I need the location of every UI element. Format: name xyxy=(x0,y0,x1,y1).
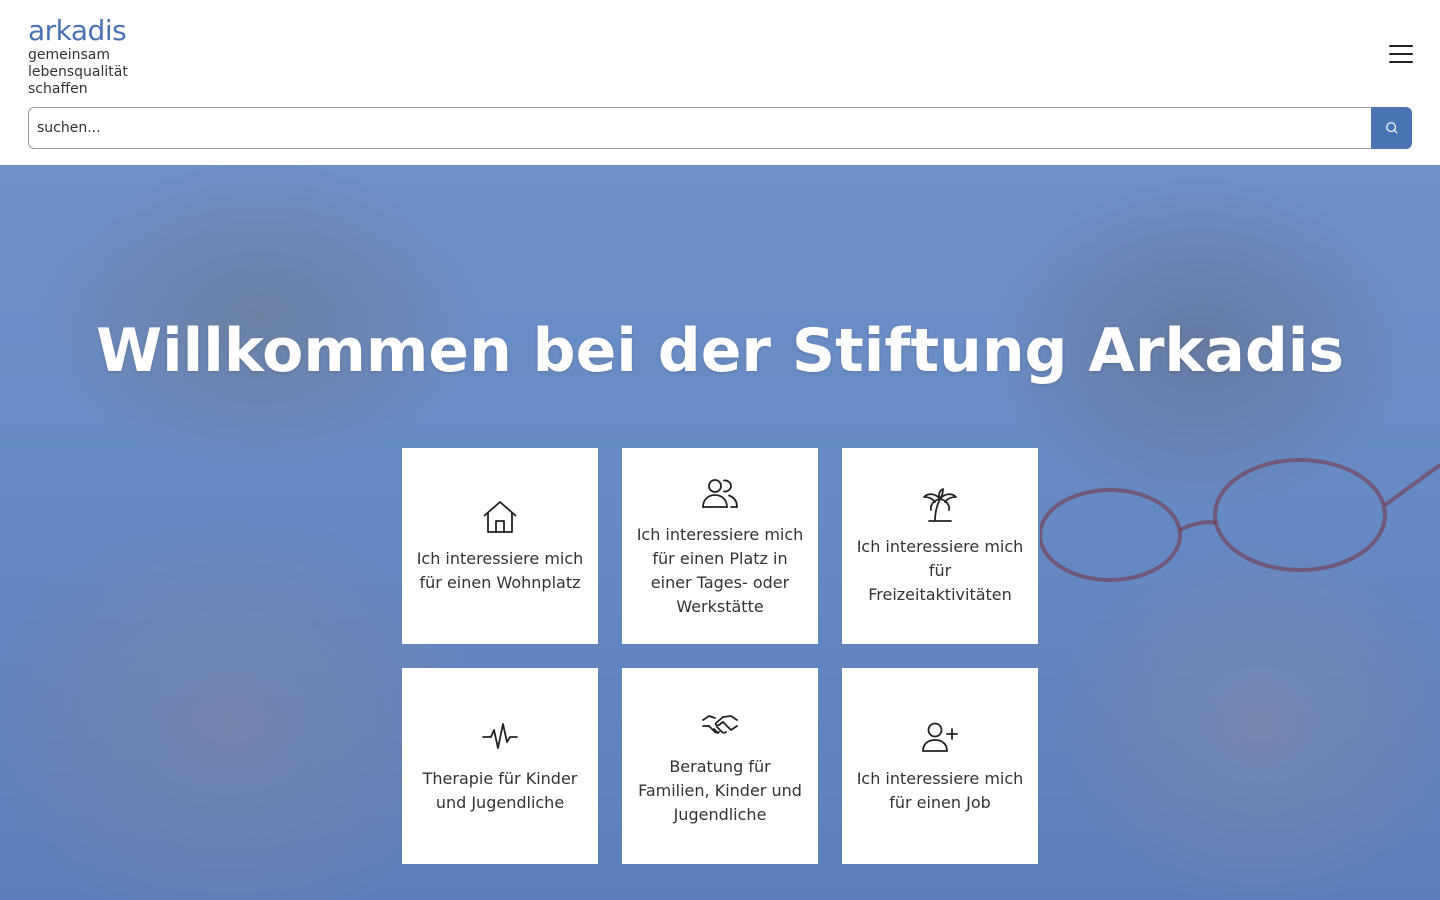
tile-wohnplatz[interactable]: Ich interessiere mich für einen Wohnplat… xyxy=(402,448,598,644)
site-header: arkadis gemeinsam lebensqualität schaffe… xyxy=(0,0,1440,165)
tile-label: Therapie für Kinder und Jugendliche xyxy=(422,769,578,812)
tile-job[interactable]: Ich interessiere mich für einen Job xyxy=(842,668,1038,864)
tile-label: Ich interessiere mich für einen Job xyxy=(856,769,1024,812)
user-plus-icon xyxy=(920,717,960,757)
tile-tages-werkstaette[interactable]: Ich interessiere mich für einen Platz in… xyxy=(622,448,818,644)
tile-label: Ich interessiere mich für Freizeitaktivi… xyxy=(856,537,1024,604)
pulse-icon xyxy=(480,717,520,757)
site-logo[interactable]: arkadis gemeinsam lebensqualität schaffe… xyxy=(28,15,128,98)
palm-tree-icon xyxy=(920,485,960,525)
users-icon xyxy=(700,473,740,513)
logo-wordmark: arkadis xyxy=(28,14,127,47)
interest-tiles: Ich interessiere mich für einen Wohnplat… xyxy=(402,448,1038,864)
search-button[interactable] xyxy=(1371,107,1412,149)
hamburger-menu-icon[interactable] xyxy=(1385,40,1417,68)
logo-tagline-line-1: gemeinsam xyxy=(28,47,111,63)
logo-tagline-line-2: lebensqualität xyxy=(28,64,128,80)
search-input[interactable] xyxy=(28,107,1371,149)
search-icon xyxy=(1385,122,1398,134)
search-form xyxy=(28,107,1412,149)
tile-beratung[interactable]: Beratung für Familien, Kinder und Jugend… xyxy=(622,668,818,864)
tile-freizeit[interactable]: Ich interessiere mich für Freizeitaktivi… xyxy=(842,448,1038,644)
house-icon xyxy=(480,497,520,537)
tile-label: Ich interessiere mich für einen Platz in… xyxy=(636,525,804,616)
handshake-icon xyxy=(700,705,740,745)
hero-section: Willkommen bei der Stiftung Arkadis Ich … xyxy=(0,165,1440,900)
tile-label: Ich interessiere mich für einen Wohnplat… xyxy=(416,549,584,592)
hero-title: Willkommen bei der Stiftung Arkadis xyxy=(95,316,1345,386)
tile-label: Beratung für Familien, Kinder und Jugend… xyxy=(638,757,802,824)
hero-photo-glasses xyxy=(1040,458,1440,582)
tile-therapie[interactable]: Therapie für Kinder und Jugendliche xyxy=(402,668,598,864)
logo-tagline-line-3: schaffen xyxy=(28,81,88,97)
